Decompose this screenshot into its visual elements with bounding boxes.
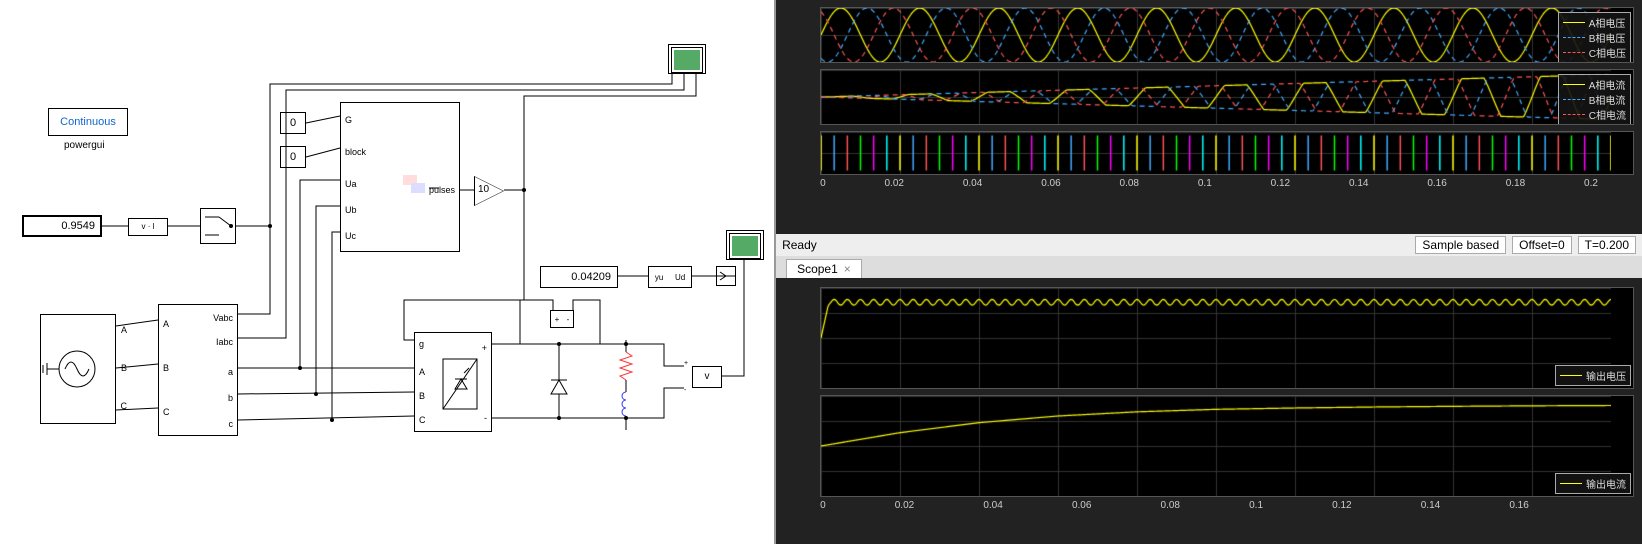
powergui-label: powergui xyxy=(64,140,105,151)
display-ud[interactable]: 0.04209 xyxy=(540,266,618,288)
constant-g[interactable]: 0 xyxy=(280,112,306,134)
tab-bar: Scope1 × xyxy=(776,256,1642,278)
plot-output-voltage[interactable]: 输出电压 5000-500 xyxy=(820,287,1634,389)
status-sample: Sample based xyxy=(1415,236,1506,254)
status-offset: Offset=0 xyxy=(1512,236,1571,254)
status-time: T=0.200 xyxy=(1578,236,1636,254)
rl-load-block[interactable] xyxy=(608,340,644,430)
xticks-bot: 00.020.040.060.080.10.120.140.16 xyxy=(776,500,1642,515)
voltage-sensor-top[interactable]: +- xyxy=(550,310,574,328)
plot-output-current[interactable]: 输出电流 2000-200 xyxy=(820,395,1634,497)
measure-small-block[interactable]: v · l xyxy=(128,218,168,236)
measurement-block[interactable]: A B C Vabc Iabc a b c xyxy=(158,304,238,436)
mux-small[interactable] xyxy=(716,266,736,286)
plot-pulses[interactable]: 100-10 xyxy=(820,131,1634,175)
display-pf[interactable]: 0.9549 xyxy=(22,215,102,237)
status-ready: Ready xyxy=(782,238,817,252)
plot-phase-current[interactable]: A相电流 B相电流 C相电流 2000-200 xyxy=(820,69,1634,125)
scope-top-block[interactable] xyxy=(668,44,706,74)
status-bar: Ready Sample based Offset=0 T=0.200 xyxy=(776,234,1642,256)
close-icon[interactable]: × xyxy=(844,262,851,276)
plot-phase-voltage[interactable]: A相电压 B相电压 C相电压 2000-200 xyxy=(820,7,1634,63)
simulink-canvas[interactable]: Continuous powergui 0.9549 v · l 0 0 G b… xyxy=(0,0,776,544)
constant-block[interactable]: 0 xyxy=(280,146,306,168)
three-phase-source-block[interactable]: A B C xyxy=(40,314,116,424)
scope-pane: A相电压 B相电压 C相电压 2000-200 A相电流 B相电流 C相电流 2… xyxy=(776,0,1642,544)
powergui-block[interactable]: Continuous xyxy=(48,108,128,136)
diode-block[interactable] xyxy=(544,350,574,420)
scope-icon xyxy=(729,233,761,259)
scope-icon xyxy=(671,47,703,73)
xticks-top: 00.020.040.060.080.10.120.140.160.180.2 xyxy=(776,178,1642,193)
voltage-meter-ports: +- xyxy=(684,360,690,394)
gain-block[interactable]: 10 xyxy=(474,176,506,206)
switch-block[interactable] xyxy=(200,208,236,244)
converter-block[interactable]: g A B C + - xyxy=(414,332,492,432)
tab-scope1[interactable]: Scope1 × xyxy=(786,259,862,278)
voltage-meter-block[interactable]: v xyxy=(692,366,722,388)
pulse-generator-block[interactable]: G block Ua Ub Uc pulses xyxy=(340,102,460,252)
scope-bottom-block[interactable] xyxy=(726,230,764,260)
yu-ud-block[interactable]: yuUd xyxy=(648,266,692,288)
